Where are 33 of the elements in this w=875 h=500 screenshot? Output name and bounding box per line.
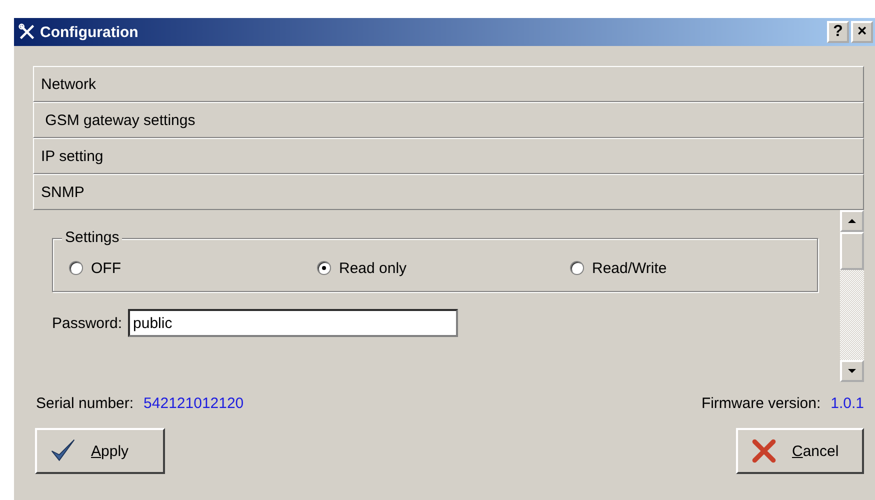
section-header[interactable]: IP setting bbox=[33, 138, 864, 174]
group-legend: Settings bbox=[62, 229, 122, 246]
scrollbar[interactable] bbox=[840, 210, 864, 382]
help-button[interactable]: ? bbox=[827, 21, 849, 43]
close-button[interactable]: × bbox=[851, 21, 873, 43]
radio-button[interactable] bbox=[570, 261, 584, 275]
window-title: Configuration bbox=[40, 24, 140, 40]
firmware-label: Firmware version: bbox=[701, 395, 821, 412]
tools-icon bbox=[18, 23, 36, 41]
radio-option[interactable]: Read/Write bbox=[570, 260, 801, 276]
radio-option[interactable]: OFF bbox=[69, 260, 317, 276]
serial-label: Serial number: bbox=[36, 395, 134, 412]
scroll-up-button[interactable] bbox=[840, 210, 864, 232]
password-label: Password: bbox=[52, 314, 122, 332]
serial-value: 542121012120 bbox=[144, 395, 244, 412]
apply-button[interactable]: Apply bbox=[35, 428, 165, 474]
option-label: Read only bbox=[339, 260, 407, 276]
scroll-thumb[interactable] bbox=[840, 232, 864, 270]
option-label: OFF bbox=[91, 260, 121, 276]
firmware-value: 1.0.1 bbox=[830, 395, 864, 412]
up-arrow-icon bbox=[847, 216, 857, 226]
cross-icon bbox=[750, 437, 778, 465]
radio-button[interactable] bbox=[69, 261, 83, 275]
cancel-button[interactable]: Cancel bbox=[736, 428, 864, 474]
down-arrow-icon bbox=[847, 366, 857, 376]
option-label: Read/Write bbox=[592, 260, 667, 276]
section-header[interactable]: SNMP bbox=[33, 174, 864, 210]
radio-button[interactable] bbox=[317, 261, 331, 275]
password-field[interactable]: public bbox=[128, 309, 458, 337]
scroll-down-button[interactable] bbox=[840, 360, 864, 382]
section-header[interactable]: Network bbox=[33, 66, 864, 102]
radio-option[interactable]: Read only bbox=[317, 260, 570, 276]
section-header[interactable]: GSM gateway settings bbox=[33, 102, 864, 138]
